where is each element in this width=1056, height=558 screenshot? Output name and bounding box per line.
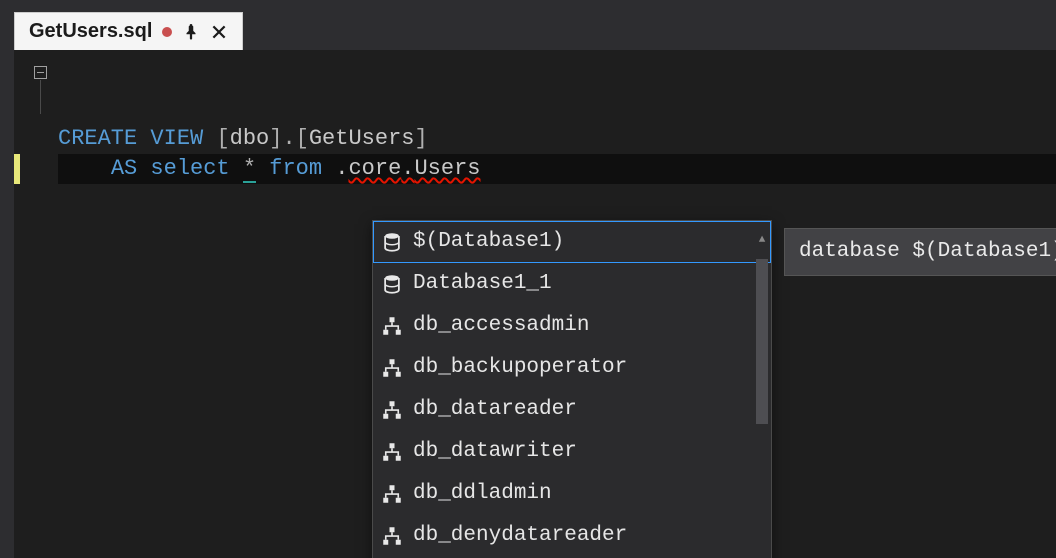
keyword: VIEW bbox=[150, 126, 203, 151]
star: * bbox=[243, 156, 256, 183]
autocomplete-item-label: db_backupoperator bbox=[413, 353, 627, 383]
punct: [ bbox=[216, 126, 229, 151]
scroll-up-icon[interactable]: ▲ bbox=[759, 221, 766, 259]
dot: . bbox=[335, 156, 348, 181]
tooltip-text: database $(Database1) bbox=[799, 240, 1056, 263]
autocomplete-item-label: db_denydatareader bbox=[413, 521, 627, 551]
autocomplete-item[interactable]: $(Database1) bbox=[373, 221, 771, 263]
database-icon bbox=[381, 274, 403, 294]
schema-icon bbox=[381, 358, 403, 378]
autocomplete-popup[interactable]: $(Database1) Database1_1 db_accessadmin db_… bbox=[372, 220, 772, 558]
schema-icon bbox=[381, 484, 403, 504]
database-icon bbox=[381, 232, 403, 252]
autocomplete-item-label: db_ddladmin bbox=[413, 479, 552, 509]
code-line: CREATE VIEW [dbo].[GetUsers] bbox=[58, 124, 1056, 154]
file-tab[interactable]: GetUsers.sql bbox=[14, 12, 243, 50]
schema-icon bbox=[381, 526, 403, 546]
autocomplete-item-label: Database1_1 bbox=[413, 269, 552, 299]
identifier-error: core bbox=[348, 156, 401, 181]
autocomplete-item[interactable]: db_ddladmin bbox=[373, 473, 771, 515]
punct: ] bbox=[414, 126, 427, 151]
code-content: CREATE VIEW [dbo].[GetUsers] AS select *… bbox=[14, 64, 1056, 244]
app-frame: GetUsers.sql CREATE VIEW [dbo].[GetUsers… bbox=[0, 0, 1056, 558]
identifier: GetUsers bbox=[309, 126, 415, 151]
dirty-indicator-icon bbox=[162, 27, 172, 37]
schema-icon bbox=[381, 400, 403, 420]
fold-guide bbox=[40, 80, 41, 114]
autocomplete-item[interactable]: db_backupoperator bbox=[373, 347, 771, 389]
autocomplete-item[interactable]: db_datareader bbox=[373, 389, 771, 431]
punct: ] bbox=[269, 126, 282, 151]
autocomplete-item[interactable]: db_denydatareader bbox=[373, 515, 771, 557]
scroll-thumb[interactable] bbox=[756, 259, 768, 424]
schema-icon bbox=[381, 442, 403, 462]
scroll-track[interactable] bbox=[756, 259, 768, 558]
code-line-active: AS select * from .core.Users bbox=[58, 154, 1056, 184]
tab-filename: GetUsers.sql bbox=[29, 20, 152, 43]
autocomplete-item-label: $(Database1) bbox=[413, 227, 564, 257]
code-editor[interactable]: CREATE VIEW [dbo].[GetUsers] AS select *… bbox=[14, 50, 1056, 558]
autocomplete-item-label: db_datareader bbox=[413, 395, 577, 425]
autocomplete-item[interactable]: Database1_1 bbox=[373, 263, 771, 305]
autocomplete-scrollbar[interactable]: ▲ ▼ bbox=[753, 221, 771, 558]
punct: [ bbox=[296, 126, 309, 151]
autocomplete-tooltip: database $(Database1) bbox=[784, 228, 1056, 276]
schema-icon bbox=[381, 316, 403, 336]
autocomplete-item[interactable]: db_datawriter bbox=[373, 431, 771, 473]
identifier-error: Users bbox=[414, 156, 480, 181]
tab-bar: GetUsers.sql bbox=[0, 0, 1056, 50]
autocomplete-item-label: db_accessadmin bbox=[413, 311, 589, 341]
keyword: CREATE bbox=[58, 126, 137, 151]
fold-toggle-icon[interactable] bbox=[34, 66, 47, 79]
identifier: dbo bbox=[230, 126, 270, 151]
autocomplete-item[interactable]: db_accessadmin bbox=[373, 305, 771, 347]
autocomplete-list: $(Database1) Database1_1 db_accessadmin db_… bbox=[373, 221, 771, 558]
keyword: AS bbox=[111, 156, 137, 181]
dot: . bbox=[401, 156, 414, 181]
close-icon[interactable] bbox=[210, 23, 228, 41]
keyword: select bbox=[150, 156, 229, 181]
autocomplete-item-label: db_datawriter bbox=[413, 437, 577, 467]
pin-icon[interactable] bbox=[182, 23, 200, 41]
punct: . bbox=[282, 126, 295, 151]
keyword: from bbox=[269, 156, 322, 181]
